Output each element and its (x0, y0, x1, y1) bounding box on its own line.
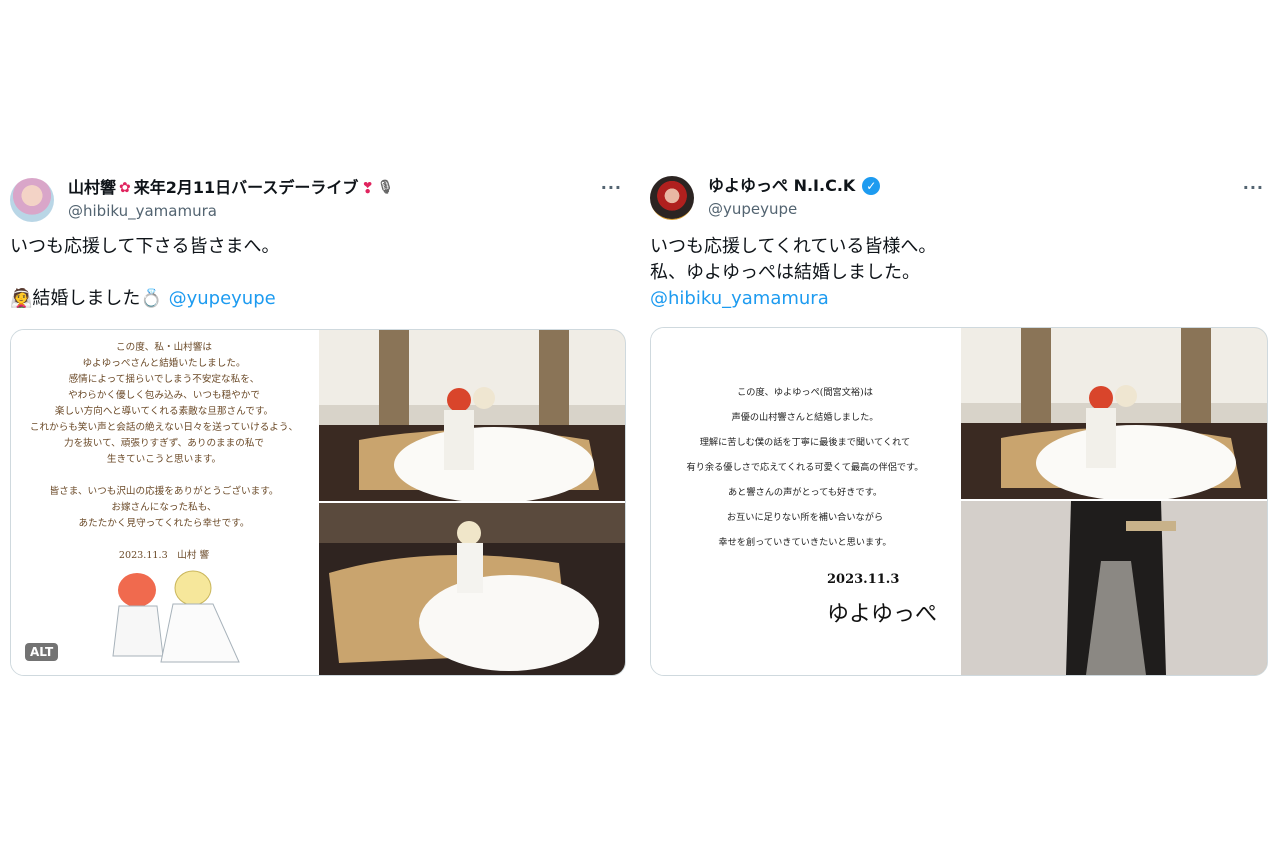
mention-link[interactable]: @hibiku_yamamura (650, 286, 1270, 312)
handwritten-letter-image[interactable]: この度、私・山村響はゆよゆっぺさんと結婚いたしました。感情によって揺らいでしまう… (11, 330, 317, 675)
photo-scene (961, 501, 1267, 675)
wedding-photo-bride[interactable] (319, 503, 625, 675)
letter-line: 皆さま、いつも沢山の応援をありがとうございます。 (49, 486, 279, 497)
author-block: ゆよゆっぺ N.I.C.K ✓ @yupeyupe (708, 176, 881, 219)
letter-line: 声優の山村響さんと結婚しました。 (731, 412, 879, 423)
letter-line: これからも笑い声と会話の絶えない日々を送っていけるよう、 (29, 422, 299, 433)
display-name-text[interactable]: ゆよゆっぺ N.I.C.K (708, 176, 855, 196)
media-grid[interactable]: この度、ゆよゆっぺ(間宮文裕)は 声優の山村響さんと結婚しました。理解に苦しむ僕の… (650, 327, 1268, 676)
tweet-line: 私、ゆよゆっぺは結婚しました。 (650, 262, 920, 283)
signature-name: ゆよゆっぺ (827, 602, 938, 627)
letter-line: 生きていこうと思います。 (106, 454, 222, 465)
heart-emoji-icon: ❣ (361, 179, 374, 197)
microphone-icon: 🎙 (376, 180, 394, 195)
letter-line: あたたかく見守ってくれたら幸せです。 (78, 518, 250, 529)
display-name[interactable]: ゆよゆっぺ N.I.C.K ✓ (708, 176, 881, 196)
more-icon[interactable]: ··· (1243, 178, 1264, 197)
letter-line: お互いに足りない所を補い合いながら (726, 512, 884, 523)
typed-letter-image[interactable]: この度、ゆよゆっぺ(間宮文裕)は 声優の山村響さんと結婚しました。理解に苦しむ僕の… (651, 328, 959, 675)
letter-text: この度、ゆよゆっぺ(間宮文裕)は 声優の山村響さんと結婚しました。理解に苦しむ僕の… (651, 380, 959, 555)
letter-line: 理解に苦しむ僕の話を丁寧に最後まで聞いてくれて (699, 437, 911, 448)
letter-line: 幸せを創っていきていきたいと思います。 (718, 537, 892, 548)
tweet-header: 山村響 ✿ 来年2月11日バースデーライブ ❣ 🎙 @hibiku_yamamu… (10, 168, 628, 224)
tweet-yupeyupe: ゆよゆっぺ N.I.C.K ✓ @yupeyupe ··· いつも応援してくれて… (650, 168, 1270, 676)
groom-kimono-photo[interactable] (961, 501, 1267, 675)
letter-line: あと響さんの声がとっても好きです。 (727, 487, 883, 498)
wedding-photo-couple[interactable] (319, 330, 625, 501)
letter-line: この度、私・山村響は (116, 342, 212, 353)
author-block: 山村響 ✿ 来年2月11日バースデーライブ ❣ 🎙 @hibiku_yamamu… (68, 178, 393, 221)
letter-line (11, 532, 317, 548)
display-name-suffix[interactable]: 来年2月11日バースデーライブ (134, 178, 359, 198)
ring-icon: 💍 (140, 288, 163, 309)
letter-line: やわらかく優しく包み込み、いつも穏やかで (68, 390, 260, 401)
letter-line: 有り余る優しさで応えてくれる可愛くて最高の伴侶です。 (686, 462, 924, 473)
tweet-hibiku: 山村響 ✿ 来年2月11日バースデーライブ ❣ 🎙 @hibiku_yamamu… (10, 168, 628, 676)
display-name[interactable]: 山村響 ✿ 来年2月11日バースデーライブ ❣ 🎙 (68, 178, 393, 198)
letter-line: 感情によって揺らいでしまう不安定な私を、 (68, 374, 260, 385)
letter-line: 力を抜いて、頑張りすぎず、ありのままの私で (63, 438, 265, 449)
letter-line: お嫁さんになった私も、 (111, 502, 217, 513)
letter-line (11, 468, 317, 484)
letter-line: この度、ゆよゆっぺ(間宮文裕)は (737, 387, 873, 398)
handle[interactable]: @hibiku_yamamura (68, 201, 393, 221)
tweet-header: ゆよゆっぺ N.I.C.K ✓ @yupeyupe ··· (650, 168, 1270, 224)
alt-badge[interactable]: ALT (25, 643, 59, 661)
tweet-line: いつも応援して下さる皆さまへ。 (10, 236, 280, 257)
illustration-hair (118, 573, 156, 607)
photo-scene (961, 328, 1267, 499)
letter-text: この度、私・山村響はゆよゆっぺさんと結婚いたしました。感情によって揺らいでしまう… (11, 340, 317, 564)
signature-date: 2023.11.3 (827, 572, 900, 587)
ribbon-emoji-icon: ✿ (119, 180, 131, 196)
media-grid[interactable]: この度、私・山村響はゆよゆっぺさんと結婚いたしました。感情によって揺らいでしまう… (10, 329, 626, 676)
tweet-text: いつも応援してくれている皆様へ。 私、ゆよゆっぺは結婚しました。 @hibiku… (650, 234, 1270, 312)
tweet-line: いつも応援してくれている皆様へ。 (650, 236, 937, 257)
tweet-text: いつも応援して下さる皆さまへ。 👰結婚しました💍 @yupeyupe (10, 234, 628, 312)
illustration-dress (160, 603, 240, 663)
photo-scene (319, 330, 625, 501)
illustration-hair (174, 570, 212, 606)
verified-icon: ✓ (862, 177, 881, 195)
illustration-body (112, 605, 164, 657)
tweet-line: 👰結婚しました💍 @yupeyupe (10, 286, 628, 312)
couple-illustration (112, 570, 240, 663)
mention-link[interactable]: @yupeyupe (169, 288, 276, 309)
wedding-photo-couple[interactable] (961, 328, 1267, 499)
letter-line: 楽しい方向へと導いてくれる素敵な旦那さんです。 (54, 406, 274, 417)
bride-icon: 👰 (10, 288, 33, 309)
letter-line: ゆよゆっぺさんと結婚いたしました。 (82, 358, 246, 369)
display-name-text[interactable]: 山村響 (68, 178, 116, 198)
avatar[interactable] (10, 178, 54, 222)
photo-scene (319, 503, 625, 675)
tweet-line-text: 結婚しました (32, 288, 141, 309)
more-icon[interactable]: ··· (601, 178, 622, 197)
avatar[interactable] (650, 176, 694, 220)
handle[interactable]: @yupeyupe (708, 199, 880, 219)
